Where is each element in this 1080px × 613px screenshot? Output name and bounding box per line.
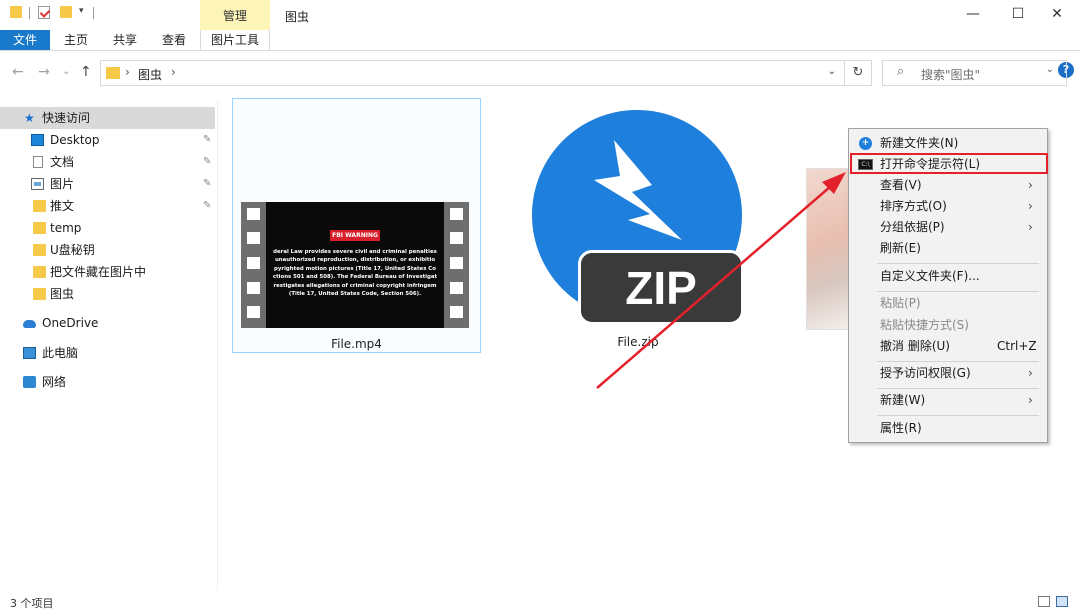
details-view-icon[interactable] [1038, 596, 1050, 607]
context-menu: + 新建文件夹(N) C:\ 打开命令提示符(L) 查看(V) › 排序方式(O… [848, 128, 1048, 443]
menu-item-new[interactable]: 新建(W) › [849, 390, 1047, 411]
menu-item-view[interactable]: 查看(V) › [849, 175, 1047, 196]
menu-item-refresh[interactable]: 刷新(E) [849, 238, 1047, 259]
shortcut-label: Ctrl+Z [997, 339, 1037, 353]
menu-item-sort-by[interactable]: 排序方式(O) › [849, 196, 1047, 217]
menu-separator [877, 291, 1039, 292]
menu-item-new-folder[interactable]: + 新建文件夹(N) [849, 133, 1047, 154]
menu-separator [877, 263, 1039, 264]
menu-separator [877, 388, 1039, 389]
menu-separator [877, 361, 1039, 362]
new-folder-icon: + [859, 137, 872, 150]
submenu-arrow-icon: › [1028, 199, 1033, 213]
menu-item-customize-folder[interactable]: 自定义文件夹(F)... [849, 266, 1047, 287]
status-item-count: 3 个项目 [10, 597, 54, 610]
menu-item-give-access[interactable]: 授予访问权限(G) › [849, 363, 1047, 384]
menu-item-undo-delete[interactable]: 撤消 删除(U) Ctrl+Z [849, 336, 1047, 357]
submenu-arrow-icon: › [1028, 178, 1033, 192]
menu-item-group-by[interactable]: 分组依据(P) › [849, 217, 1047, 238]
submenu-arrow-icon: › [1028, 366, 1033, 380]
menu-item-paste-shortcut: 粘贴快捷方式(S) [880, 318, 969, 332]
submenu-arrow-icon: › [1028, 220, 1033, 234]
file-explorer-window: ▾ 管理 图虫 — ☐ ✕ 文件 主页 共享 查看 图片工具 ⌄ ? ← → ⌄… [0, 0, 1080, 613]
annotation-highlight-box [850, 153, 1048, 174]
menu-separator [877, 415, 1039, 416]
menu-item-properties[interactable]: 属性(R) [849, 418, 1047, 439]
submenu-arrow-icon: › [1028, 393, 1033, 407]
large-icons-view-icon[interactable] [1056, 596, 1068, 607]
menu-item-paste: 粘贴(P) [880, 296, 921, 310]
